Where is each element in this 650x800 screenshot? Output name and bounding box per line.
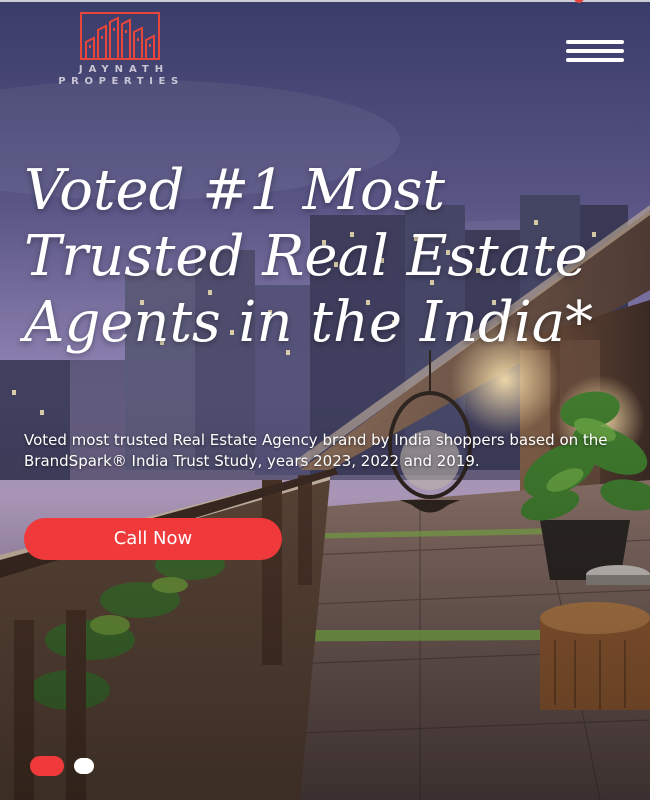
brand-name-line2: PROPERTIES [58, 76, 184, 87]
slide-dot-inactive[interactable] [74, 758, 94, 774]
hero-subtext: Voted most trusted Real Estate Agency br… [24, 431, 608, 470]
call-now-button[interactable]: Call Now [24, 518, 282, 560]
slide-dot-active[interactable] [30, 756, 64, 776]
hero-background-image [0, 0, 650, 800]
menu-bar-bottom [566, 58, 624, 62]
hero-headline: Voted #1 Most Trusted Real Estate Agents… [24, 158, 594, 355]
slider-pagination [30, 756, 100, 776]
brand-name-line1: JAYNATH [78, 64, 170, 75]
building-logo-icon [80, 12, 160, 60]
hero-section: JAYNATH PROPERTIES Voted #1 Most Trusted… [0, 0, 650, 800]
hamburger-menu-icon[interactable] [562, 36, 628, 68]
menu-bar-top [566, 40, 624, 44]
brand-logo[interactable]: JAYNATH PROPERTIES [28, 12, 214, 92]
brand-name: JAYNATH PROPERTIES [28, 64, 214, 88]
menu-bar-middle [566, 49, 624, 53]
top-edge-accent [0, 0, 650, 2]
